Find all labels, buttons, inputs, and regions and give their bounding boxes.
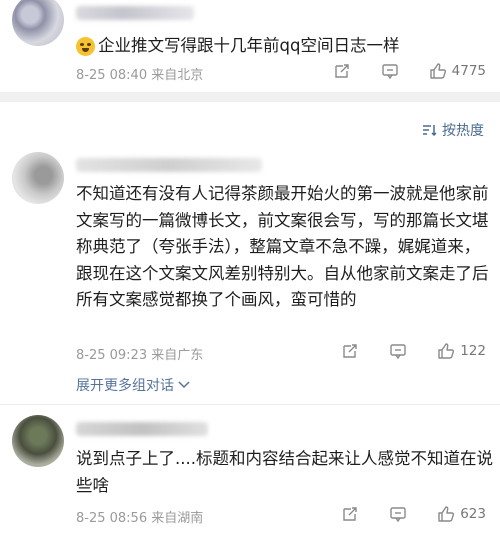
comment-date: 8-25 08:40 <box>76 68 148 83</box>
avatar[interactable] <box>12 0 64 46</box>
comment-icon[interactable] <box>381 62 399 80</box>
sort-by-hot-button[interactable]: 按热度 <box>422 120 484 140</box>
comment-body: 企业推文写得跟十几年前qq空间日志一样 <box>98 36 400 55</box>
username-blurred[interactable] <box>76 6 194 20</box>
username-blurred[interactable] <box>76 422 208 436</box>
share-icon[interactable] <box>333 62 351 80</box>
username-blurred[interactable] <box>76 158 262 172</box>
comment-location: 来自北京 <box>151 68 204 83</box>
comment-date: 8-25 08:56 <box>76 511 148 526</box>
like-count: 4775 <box>451 63 486 79</box>
chevron-down-icon <box>178 381 190 389</box>
comment-meta: 8-25 08:40 来自北京 <box>76 64 203 83</box>
share-icon[interactable] <box>341 342 359 360</box>
comment-date: 8-25 09:23 <box>76 348 148 363</box>
expand-label: 展开更多组对话 <box>76 378 174 394</box>
like-icon[interactable] <box>437 342 455 360</box>
comment-icon[interactable] <box>389 342 407 360</box>
comment-actions: 623 <box>341 505 486 523</box>
divider <box>0 404 500 405</box>
comment-location: 来自广东 <box>151 348 204 363</box>
like-icon[interactable] <box>429 62 447 80</box>
like-count: 623 <box>460 506 486 522</box>
comment-body: 说到点子上了....标题和内容结合起来让人感觉不知道在说些啥 <box>76 449 493 495</box>
comment-meta: 8-25 08:56 来自湖南 <box>76 507 203 526</box>
sort-icon <box>423 125 437 137</box>
comment-location: 来自湖南 <box>151 511 204 526</box>
like-count: 122 <box>460 343 486 359</box>
comment-actions: 4775 <box>333 62 486 80</box>
like-icon[interactable] <box>437 505 455 523</box>
section-separator <box>0 92 500 102</box>
expand-more-replies-link[interactable]: 展开更多组对话 <box>76 375 190 395</box>
sort-label: 按热度 <box>442 123 484 139</box>
comment-text: 企业推文写得跟十几年前qq空间日志一样 <box>76 33 494 60</box>
avatar[interactable] <box>12 415 64 467</box>
comment-meta: 8-25 09:23 来自广东 <box>76 344 203 363</box>
avatar[interactable] <box>12 152 64 204</box>
comment-actions: 122 <box>341 342 486 360</box>
comment-body: 不知道还有没有人记得茶颜最开始火的第一波就是他家前文案写的一篇微博长文，前文案很… <box>76 184 489 309</box>
comment-icon[interactable] <box>389 505 407 523</box>
share-icon[interactable] <box>341 505 359 523</box>
sad-face-emoji-icon <box>76 36 95 56</box>
